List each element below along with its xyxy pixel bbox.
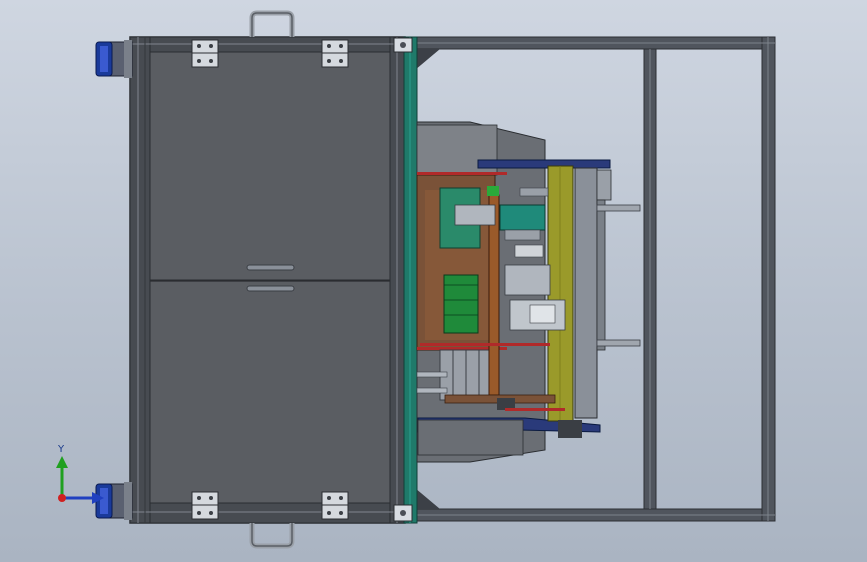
hinge-icon — [321, 491, 349, 520]
door-pull-upper[interactable] — [246, 264, 295, 271]
left-cabinet — [129, 36, 406, 524]
coordinate-triad-icon: Y — [56, 444, 104, 504]
handle-icon[interactable] — [249, 523, 295, 549]
handle-icon[interactable] — [249, 10, 295, 37]
triad-y-label: Y — [57, 444, 65, 455]
cad-viewport[interactable]: Y — [0, 0, 867, 562]
hinge-icon — [191, 39, 219, 68]
hinge-icon — [321, 39, 349, 68]
door-pull-lower[interactable] — [246, 285, 295, 292]
caster-icon — [95, 40, 133, 78]
hinge-icon — [191, 491, 219, 520]
machine-model[interactable] — [0, 0, 867, 562]
mechanism-assembly[interactable] — [416, 121, 641, 463]
